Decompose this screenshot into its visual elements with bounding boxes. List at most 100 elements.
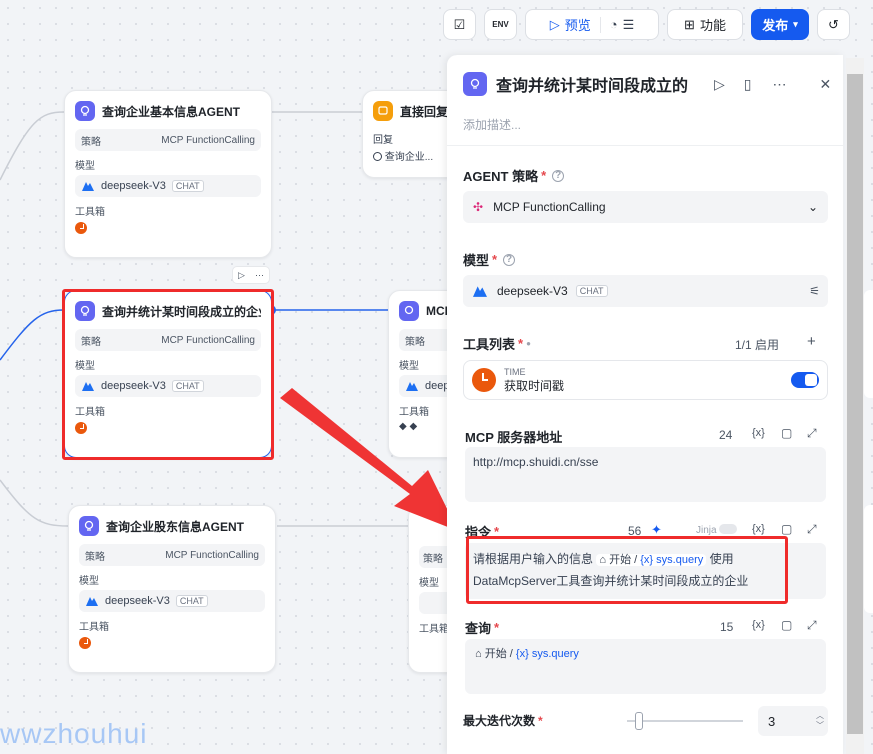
insert-variable-icon[interactable]: {x} xyxy=(752,619,765,631)
copy-icon[interactable]: ▢ xyxy=(781,618,792,632)
mcp-server-label: MCP 服务器地址 xyxy=(465,430,563,445)
strategy-value: MCP FunctionCalling xyxy=(161,134,255,146)
strategy-label: 策略 xyxy=(85,551,105,563)
env-icon: ENV xyxy=(492,20,509,29)
more-icon[interactable]: ⋯ xyxy=(773,76,787,93)
tools-count: 1/1 启用 xyxy=(735,338,780,352)
agent-node-basic-info[interactable]: 查询企业基本信息AGENT 策略 MCP FunctionCalling 模型 d… xyxy=(64,90,272,258)
clock-icon xyxy=(472,368,496,392)
env-button[interactable]: ENV xyxy=(484,9,517,40)
tool-toggle[interactable] xyxy=(791,372,819,388)
max-iterations-slider[interactable] xyxy=(627,712,743,730)
strategy-value: MCP FunctionCalling xyxy=(493,200,606,214)
publish-button[interactable]: 发布 ▾ xyxy=(751,9,809,40)
add-tool-icon[interactable]: + xyxy=(807,333,816,350)
description-input[interactable]: 添加描述... xyxy=(463,116,521,133)
preview-button[interactable]: 预览 xyxy=(565,15,591,34)
checklist-icon: ☑ xyxy=(453,16,466,32)
mcp-icon: ✣ xyxy=(473,200,484,214)
model-name: deepseek-V3 xyxy=(101,180,166,192)
agent-icon xyxy=(75,101,95,121)
help-icon[interactable]: ? xyxy=(503,253,516,266)
checklist-button[interactable]: ☑ xyxy=(443,9,476,40)
mcp-char-count: 24 xyxy=(719,428,733,442)
strategy-value: MCP FunctionCalling xyxy=(165,549,259,561)
agent-icon xyxy=(463,72,487,96)
preview-group: ▷ 预览 ◔ ☰ xyxy=(525,9,659,40)
panel-title[interactable]: 查询并统计某时间段成立的 xyxy=(496,72,691,96)
model-label: 模型 xyxy=(75,161,95,172)
tool-name: 获取时间戳 xyxy=(504,378,565,393)
node-title: 查询企业基本信息AGENT xyxy=(102,104,241,119)
tool-icons: ◆ ◆ xyxy=(399,421,418,432)
run-node-icon[interactable]: ▷ xyxy=(714,76,725,93)
node-title: 直接回复 xyxy=(400,104,449,119)
close-icon[interactable]: ✕ xyxy=(820,76,832,93)
panel-scrollbar[interactable] xyxy=(846,58,864,754)
info-dot-icon: ● xyxy=(526,339,531,348)
strategy-select[interactable]: ✣ MCP FunctionCalling ⌄ xyxy=(463,191,828,223)
run-icon[interactable]: ▷ xyxy=(238,270,245,281)
help-doc-icon[interactable]: ▯ xyxy=(744,76,752,93)
query-label: 查询 xyxy=(465,621,492,636)
agent-icon xyxy=(399,301,419,321)
scrollbar-thumb[interactable] xyxy=(847,74,863,734)
copy-icon[interactable]: ▢ xyxy=(781,522,792,536)
max-iterations-value: 3 xyxy=(768,713,776,729)
checklist-panel-icon[interactable]: ☰ xyxy=(623,17,635,33)
node-actions[interactable]: ▷ ⋯ xyxy=(232,266,270,284)
home-icon: ⌂ xyxy=(475,648,482,660)
strategy-label: 策略 xyxy=(81,136,101,148)
settings-sliders-icon[interactable]: ⚟ xyxy=(809,284,820,298)
agent-node-shareholder[interactable]: 查询企业股东信息AGENT 策略 MCP FunctionCalling 模型 d… xyxy=(68,505,276,673)
model-label: 模型 xyxy=(463,253,490,268)
mcp-server-value: http://mcp.shuidi.cn/sse xyxy=(473,455,599,469)
history-run-icon[interactable]: ◔ xyxy=(610,17,618,32)
mcp-server-input[interactable]: http://mcp.shuidi.cn/sse xyxy=(465,447,826,502)
variable-chip[interactable]: ⌂ 开始 / {x} sys.query xyxy=(475,648,579,660)
top-toolbar: ☑ ENV ▷ 预览 ◔ ☰ ⊞ 功能 发布 ▾ ↺ xyxy=(443,9,850,40)
more-icon[interactable]: ⋯ xyxy=(255,270,264,281)
slider-handle[interactable] xyxy=(635,712,643,730)
expand-icon[interactable]: ⤢ xyxy=(807,426,817,441)
deepseek-logo-icon xyxy=(406,382,418,391)
play-icon[interactable]: ▷ xyxy=(550,17,560,33)
insert-variable-icon[interactable]: {x} xyxy=(752,427,765,439)
model-label: 模型 xyxy=(79,576,99,587)
max-iterations-label: 最大迭代次数 xyxy=(463,714,536,728)
insert-variable-icon[interactable]: {x} xyxy=(752,523,765,535)
help-icon[interactable]: ? xyxy=(552,169,565,182)
offscreen-node-edge xyxy=(864,505,873,613)
deepseek-logo-icon xyxy=(473,286,487,297)
tools-label: 工具箱 xyxy=(75,207,105,218)
jinja-toggle[interactable]: Jinja xyxy=(696,524,738,536)
publish-label: 发布 xyxy=(762,18,789,33)
copy-icon[interactable]: ▢ xyxy=(781,426,792,440)
tool-item[interactable]: TIME 获取时间戳 xyxy=(463,360,828,400)
model-name: deep xyxy=(425,380,450,392)
max-iterations-input[interactable]: 3 ︿ ﹀ xyxy=(758,706,828,736)
expand-icon[interactable]: ⤢ xyxy=(807,522,817,537)
highlight-box-instruction xyxy=(466,536,788,604)
model-select[interactable]: deepseek-V3 CHAT ⚟ xyxy=(463,275,828,307)
chevron-down-icon: ⌄ xyxy=(807,200,818,214)
highlight-box-node xyxy=(62,289,274,460)
query-input[interactable]: ⌂ 开始 / {x} sys.query xyxy=(465,639,826,694)
expand-icon[interactable]: ⤢ xyxy=(807,618,817,633)
tool-provider: TIME xyxy=(504,366,526,377)
stepper-icon[interactable]: ︿ ﹀ xyxy=(812,711,828,731)
history-icon: ↺ xyxy=(828,16,839,32)
offscreen-node-edge xyxy=(864,290,873,398)
grid-icon: ⊞ xyxy=(684,16,695,32)
deepseek-logo-icon xyxy=(82,182,94,191)
node-title: 查询企业股东信息AGENT xyxy=(106,519,245,534)
version-history-button[interactable]: ↺ xyxy=(817,9,850,40)
reply-ref: 查询企业... xyxy=(373,148,451,163)
features-button[interactable]: ⊞ 功能 xyxy=(667,9,743,40)
features-label: 功能 xyxy=(699,18,726,33)
clock-icon xyxy=(75,222,87,234)
clock-icon xyxy=(79,637,91,649)
model-tag: CHAT xyxy=(575,285,608,297)
strategy-label: 策略 xyxy=(423,553,443,565)
watermark: wwzhouhui xyxy=(0,718,148,749)
